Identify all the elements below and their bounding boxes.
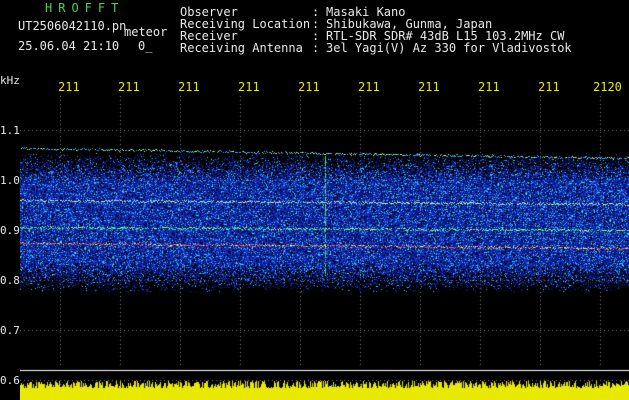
time-tick: 211 <box>58 80 80 94</box>
time-tick: 211 <box>238 80 260 94</box>
time-tick: 211 <box>358 80 380 94</box>
freq-tick: 0.6 <box>0 374 20 387</box>
field-label-antenna: Receiving Antenna <box>180 41 303 55</box>
time-tick: 211 <box>178 80 200 94</box>
freq-tick: 0.7 <box>0 324 20 337</box>
field-value-antenna: 3el Yagi(V) Az 330 for Vladivostok <box>326 41 572 55</box>
freq-tick: 0.9 <box>0 224 20 237</box>
time-tick: 211 <box>478 80 500 94</box>
detection-tag: meteor <box>124 25 168 39</box>
field-separator: : <box>312 41 320 55</box>
app-title: HROFFT <box>45 1 125 15</box>
time-tick: 211 <box>298 80 320 94</box>
freq-tick: 1.0 <box>0 174 20 187</box>
detection-count: 0_ <box>138 39 153 53</box>
frequency-unit-label: kHz <box>0 74 20 87</box>
spectrogram <box>20 96 629 400</box>
freq-tick: 0.8 <box>0 274 20 287</box>
time-tick: 211 <box>538 80 560 94</box>
file-name: UT2506042110.pn <box>18 19 127 33</box>
time-tick: 2120 <box>593 80 622 94</box>
time-tick: 211 <box>118 80 140 94</box>
time-tick: 211 <box>418 80 440 94</box>
freq-tick: 1.1 <box>0 124 20 137</box>
capture-datetime: 25.06.04 21:10 <box>18 39 120 53</box>
